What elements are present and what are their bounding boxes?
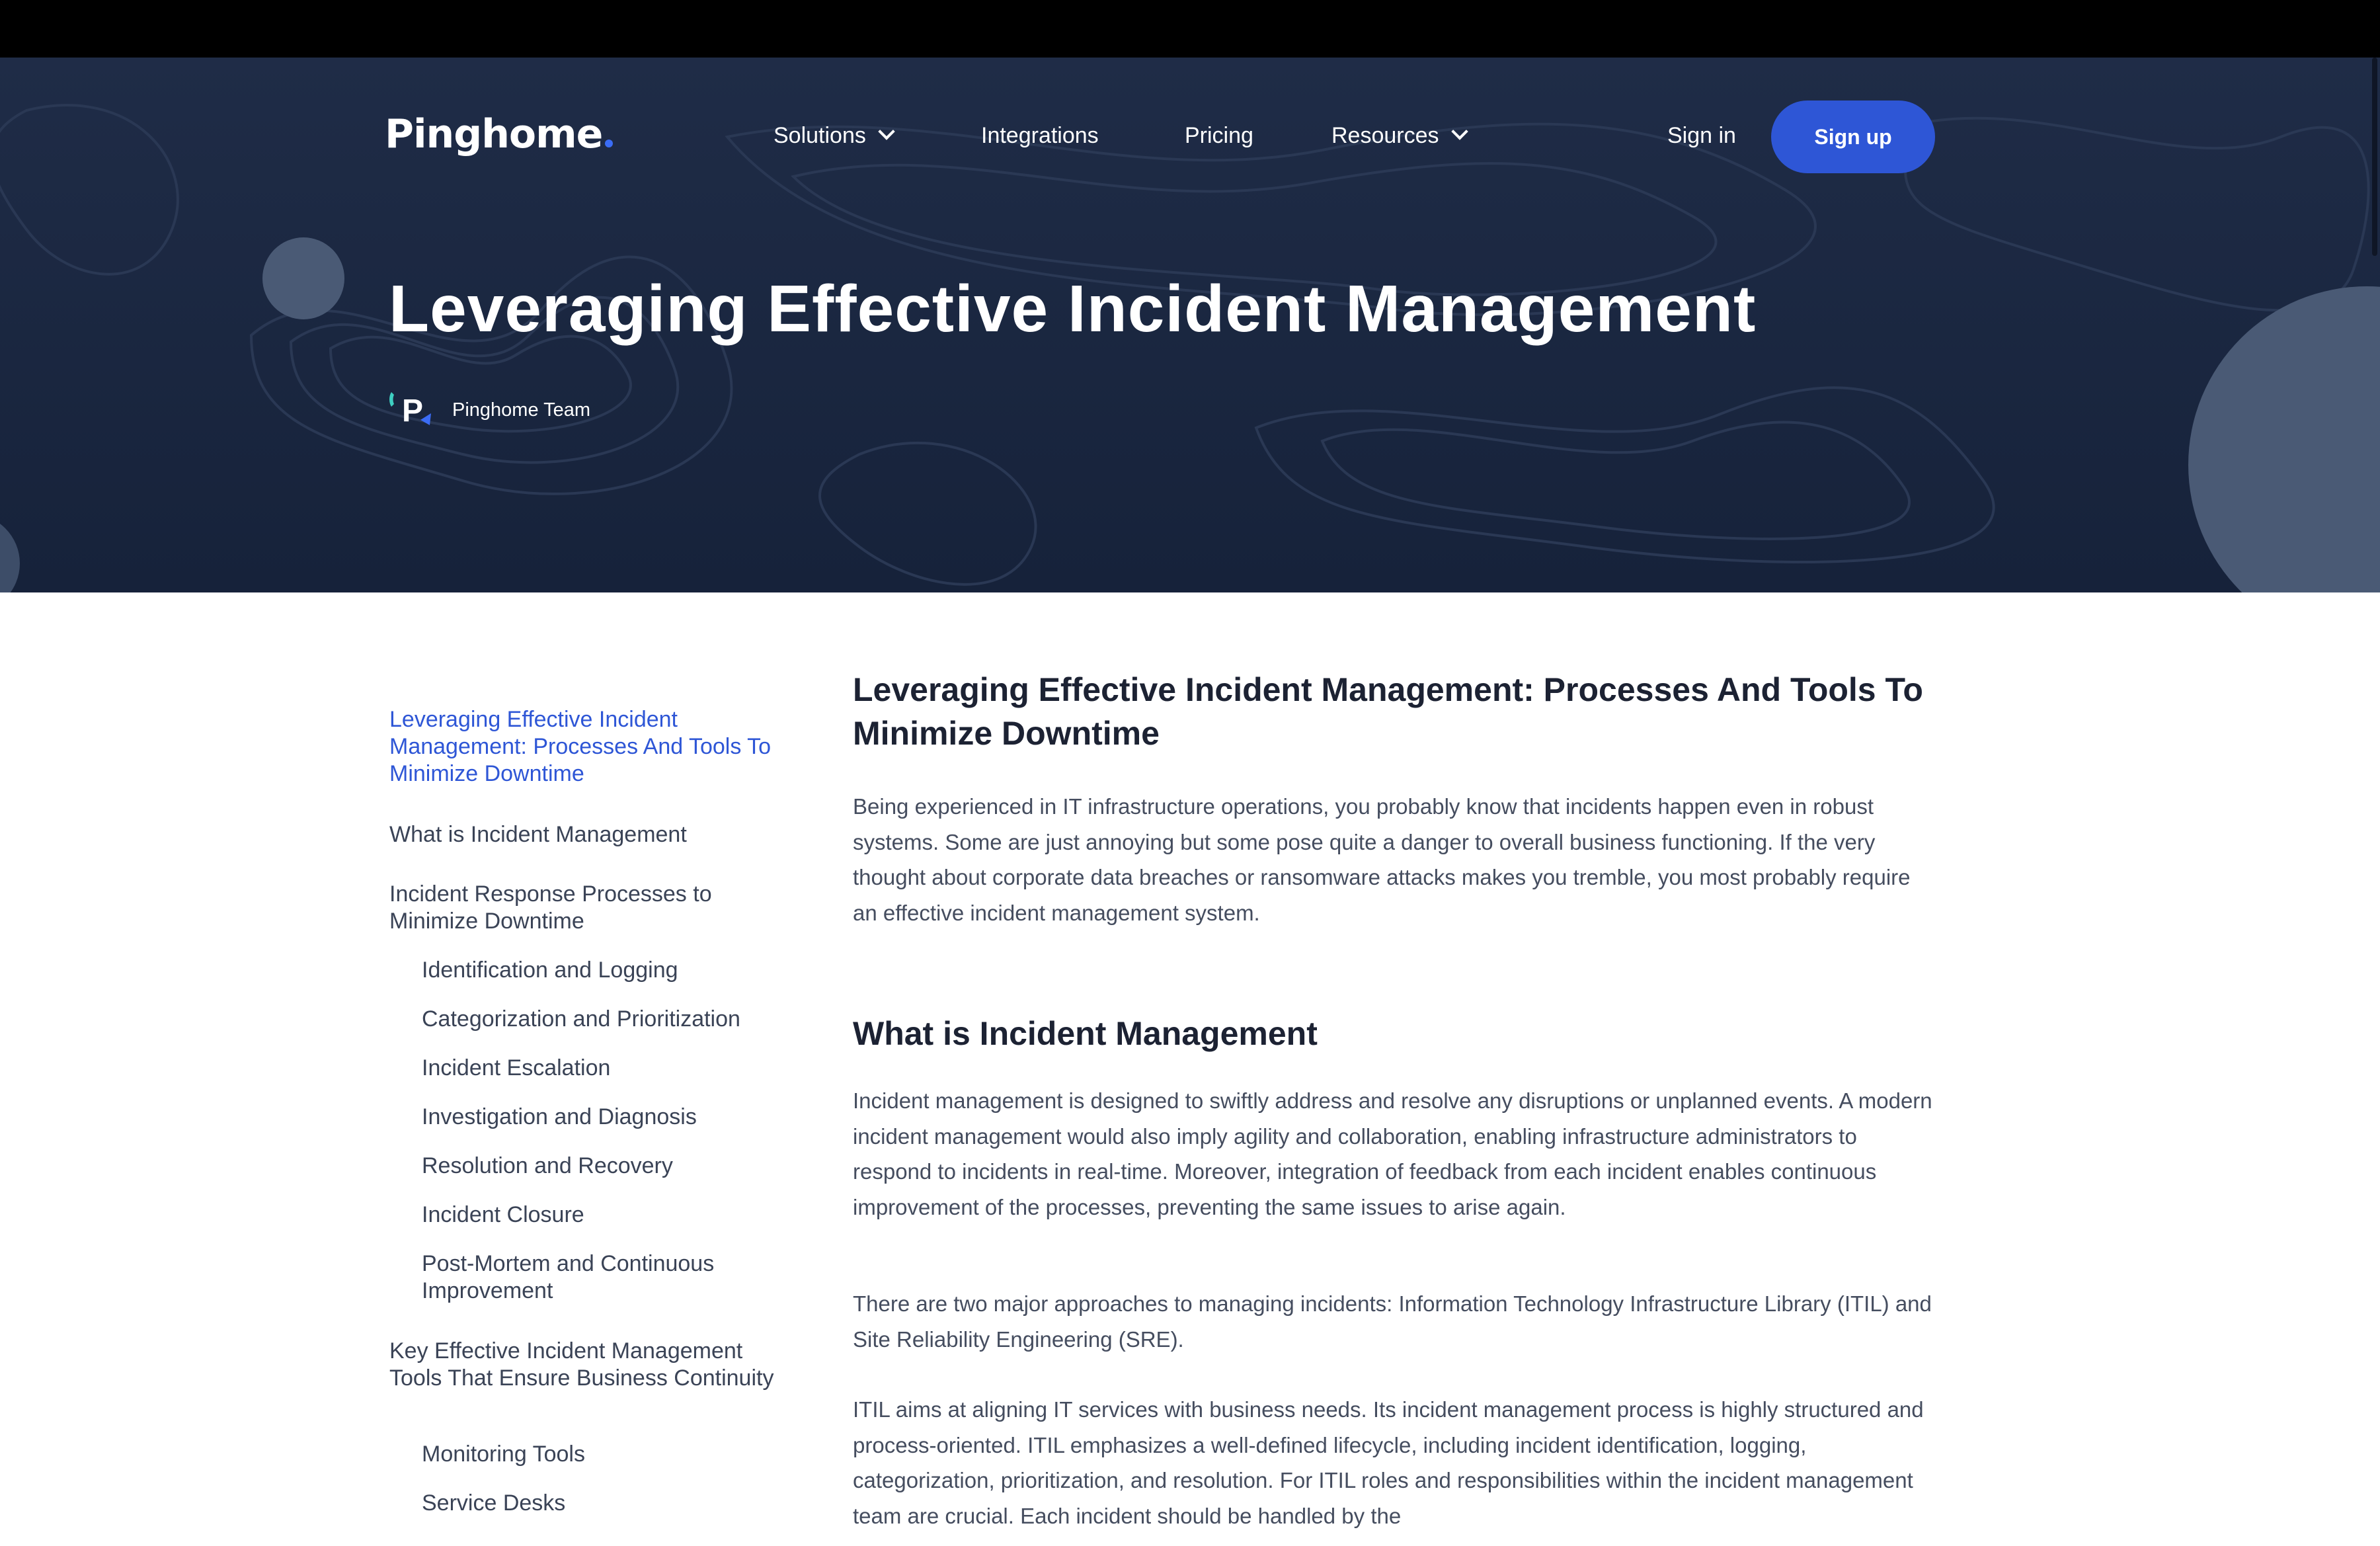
author-name[interactable]: Pinghome Team (452, 397, 590, 423)
toc-item-key-tools[interactable]: Key Effective Incident Management Tools … (389, 1338, 786, 1392)
pinghome-logo[interactable]: Pinghome (385, 110, 614, 159)
nav-solutions-label: Solutions (774, 123, 866, 148)
toc-item-leveraging[interactable]: Leveraging Effective Incident Management… (389, 706, 786, 788)
page-title: Leveraging Effective Incident Management (389, 272, 1757, 346)
toc-item-investigation[interactable]: Investigation and Diagnosis (422, 1104, 792, 1131)
toc-item-resolution[interactable]: Resolution and Recovery (422, 1153, 792, 1180)
nav-solutions[interactable]: Solutions (774, 119, 895, 152)
scrollbar[interactable] (2369, 58, 2380, 1546)
logo-text: Pinghome (385, 111, 603, 157)
nav-integrations-label: Integrations (981, 123, 1099, 148)
nav-resources-label: Resources (1331, 123, 1439, 148)
toc-item-categorization[interactable]: Categorization and Prioritization (422, 1006, 792, 1033)
logo-dot-icon (605, 140, 614, 147)
toc-item-monitoring-tools[interactable]: Monitoring Tools (422, 1441, 792, 1468)
nav-pricing-label: Pricing (1185, 123, 1253, 148)
chevron-down-icon (878, 123, 895, 140)
section-paragraph-2: There are two major approaches to managi… (853, 1291, 1932, 1352)
toc-item-closure[interactable]: Incident Closure (422, 1201, 792, 1229)
toc-item-service-desks[interactable]: Service Desks (422, 1490, 792, 1517)
nav-pricing[interactable]: Pricing (1185, 119, 1253, 152)
svg-text:P: P (402, 393, 423, 428)
toc-item-what-is[interactable]: What is Incident Management (389, 821, 786, 848)
nav-resources[interactable]: Resources (1331, 119, 1468, 152)
browser-top-bar (0, 0, 2380, 58)
toc-item-escalation[interactable]: Incident Escalation (422, 1055, 792, 1082)
sign-up-button[interactable]: Sign up (1771, 101, 1935, 173)
article-title: Leveraging Effective Incident Management… (853, 671, 1923, 752)
toc-item-response-processes[interactable]: Incident Response Processes to Minimize … (389, 881, 760, 935)
toc-item-post-mortem[interactable]: Post-Mortem and Continuous Improvement (422, 1250, 766, 1305)
section-paragraph-1: Incident management is designed to swift… (853, 1088, 1932, 1219)
section-paragraph-3: ITIL aims at aligning IT services with b… (853, 1397, 1924, 1528)
chevron-down-icon (1450, 123, 1468, 140)
article-intro: Being experienced in IT infrastructure o… (853, 794, 1911, 925)
sign-up-label: Sign up (1814, 125, 1892, 149)
sign-in-link[interactable]: Sign in (1667, 119, 1736, 152)
author-avatar-icon: P (389, 392, 431, 428)
toc-item-identification[interactable]: Identification and Logging (422, 957, 792, 984)
nav-integrations[interactable]: Integrations (981, 119, 1099, 152)
scrollbar-thumb[interactable] (2372, 58, 2377, 256)
section-heading-what-is: What is Incident Management (853, 1015, 1318, 1052)
decorative-circle-small (262, 237, 344, 319)
sign-in-label: Sign in (1667, 123, 1736, 148)
